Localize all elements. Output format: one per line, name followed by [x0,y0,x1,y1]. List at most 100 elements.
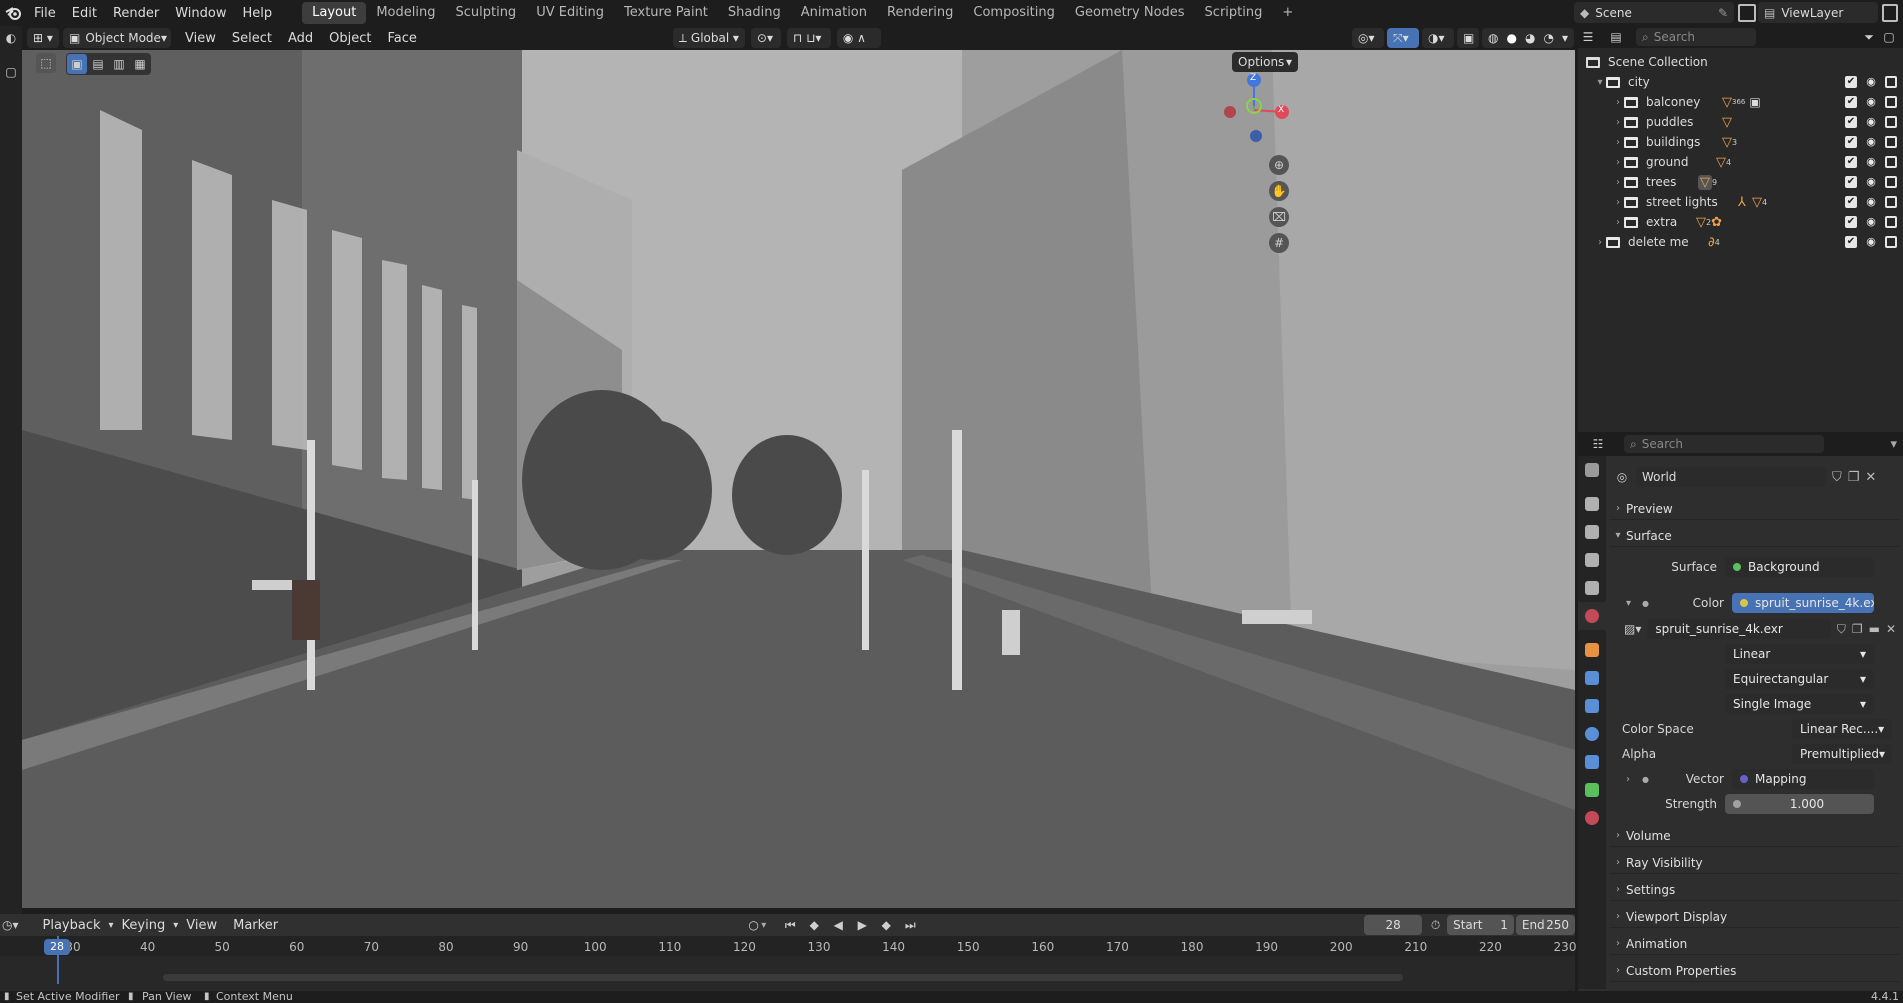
tab-scene-icon[interactable] [1578,574,1606,602]
outliner-row-delete-me[interactable]: › delete me ∂ 4 ✔ ◉ [1578,232,1903,252]
checkbox-icon[interactable]: ✔ [1845,236,1857,248]
chevron-right-icon[interactable]: › [1612,117,1624,128]
mode-dropdown[interactable]: ▣ Object Mode ▾ [63,28,171,48]
tab-modeling[interactable]: Modeling [366,2,445,24]
tab-layout[interactable]: Layout [302,2,367,24]
navigation-gizmo[interactable]: Z X [1212,70,1292,150]
outliner-row-buildings[interactable]: › buildings ▽ 3 ✔ ◉ [1578,132,1903,152]
checkbox-icon[interactable]: ✔ [1845,136,1857,148]
eye-icon[interactable]: ◉ [1864,96,1878,108]
color-space-dropdown[interactable]: Linear Rec.... ▾ [1792,719,1892,739]
eye-icon[interactable]: ◉ [1864,176,1878,188]
outliner-row-ground[interactable]: › ground ▽ 4 ✔ ◉ [1578,152,1903,172]
playhead-frame-badge[interactable]: 28 [44,939,70,955]
menu-edit[interactable]: Edit [64,6,105,21]
section-volume[interactable]: › Volume [1610,825,1900,847]
3d-viewport[interactable]: Z X ⊕ ✋ ⌧ # Options ▾ ⬚ ▣ ▤ ▥ ▦ [22,50,1575,908]
stopwatch-icon[interactable]: ⏱ [1428,915,1443,935]
eye-icon[interactable]: ◉ [1864,116,1878,128]
shading-modes[interactable]: ◍ ● ◕ ◔ ▾ [1482,28,1574,48]
outliner-row-extra[interactable]: › extra ▽ 2 ✿ ✔ ◉ [1578,212,1903,232]
record-icon[interactable]: ○ [746,915,761,935]
camera-icon[interactable] [1885,136,1897,148]
checkbox-icon[interactable]: ✔ [1845,156,1857,168]
add-workspace-icon[interactable]: + [1272,2,1303,24]
play-icon[interactable]: ▶ [852,915,872,935]
tab-tool-icon[interactable] [1578,456,1606,484]
properties-type-icon[interactable]: ☷ [1588,434,1608,454]
strength-field[interactable]: 1.000 [1725,794,1874,814]
editor-type-icon[interactable]: ◐ [1,28,21,48]
fake-user-icon[interactable]: ⛉ [1832,470,1842,485]
menu-window[interactable]: Window [167,6,234,21]
close-icon[interactable]: ✕ [1886,622,1896,636]
menu-object[interactable]: Object [321,31,379,46]
checkbox-icon[interactable]: ✔ [1845,176,1857,188]
tab-scripting[interactable]: Scripting [1195,2,1273,24]
tool-icon[interactable]: ▢ [1,62,21,82]
tab-constraints-icon[interactable] [1578,748,1606,776]
section-custom-properties[interactable]: › Custom Properties [1610,960,1900,982]
chevron-down-icon[interactable]: ▾ [1594,77,1606,88]
outliner-search[interactable]: ⌕ Search [1636,28,1756,46]
chevron-right-icon[interactable]: › [1612,197,1624,208]
editor-type-dropdown[interactable]: ⊞ ▾ [27,28,59,48]
chevron-right-icon[interactable]: › [1594,237,1606,248]
menu-render[interactable]: Render [105,6,167,21]
eye-icon[interactable]: ◉ [1864,136,1878,148]
viewlayer-selector[interactable]: ▤ ViewLayer [1758,2,1878,23]
next-keyframe-icon[interactable]: ◆ [876,915,896,935]
tab-particles-icon[interactable] [1578,692,1606,720]
tab-uv-editing[interactable]: UV Editing [526,2,614,24]
interpolation-dropdown[interactable]: Linear ▾ [1725,644,1874,664]
chevron-right-icon[interactable]: › [1626,774,1642,785]
menu-keying[interactable]: Keying [114,918,174,933]
menu-view[interactable]: View [177,31,224,46]
tab-material-icon[interactable] [1578,804,1606,832]
new-scene-icon[interactable] [1738,4,1756,22]
timeline-scrollbar[interactable] [163,974,1403,981]
menu-help[interactable]: Help [235,6,281,21]
close-icon[interactable]: ✕ [1865,470,1876,485]
options-dropdown[interactable]: Options ▾ [1232,52,1298,72]
checkbox-icon[interactable]: ✔ [1845,196,1857,208]
checkbox-icon[interactable]: ✔ [1845,76,1857,88]
camera-icon[interactable] [1885,216,1897,228]
camera-view-icon[interactable]: ⌧ [1269,207,1289,227]
camera-icon[interactable] [1885,116,1897,128]
menu-add[interactable]: Add [280,31,321,46]
alpha-dropdown[interactable]: Premultiplied ▾ [1792,744,1892,764]
tab-world-icon[interactable] [1578,602,1606,630]
section-ray-visibility[interactable]: › Ray Visibility [1610,852,1900,874]
tab-sculpting[interactable]: Sculpting [445,2,526,24]
eye-icon[interactable]: ◉ [1864,196,1878,208]
pan-hand-icon[interactable]: ✋ [1269,181,1289,201]
prev-keyframe-icon[interactable]: ◆ [804,915,824,935]
menu-view[interactable]: View [178,918,225,933]
eye-icon[interactable]: ◉ [1864,236,1878,248]
checkbox-icon[interactable]: ✔ [1845,116,1857,128]
duplicate-icon[interactable]: ❐ [1852,622,1863,636]
eye-icon[interactable]: ◉ [1864,76,1878,88]
vector-field[interactable]: Mapping [1731,769,1874,789]
checkbox-icon[interactable]: ✔ [1845,216,1857,228]
select-subtract-icon[interactable]: ▥ [109,54,129,74]
section-preview[interactable]: › Preview [1610,498,1900,520]
blender-logo-icon[interactable] [0,0,26,26]
camera-icon[interactable] [1885,236,1897,248]
end-frame-field[interactable]: End 250 [1515,915,1575,935]
eye-icon[interactable]: ◉ [1864,216,1878,228]
tab-render-icon[interactable] [1578,490,1606,518]
perspective-grid-icon[interactable]: # [1269,233,1289,253]
tab-geometry-nodes[interactable]: Geometry Nodes [1065,2,1195,24]
transform-orientation-dropdown[interactable]: ⟂ Global ▾ [672,28,745,48]
select-intersect-icon[interactable]: ▦ [130,54,150,74]
menu-marker[interactable]: Marker [225,918,286,933]
duplicate-icon[interactable]: ❐ [1848,470,1860,485]
chevron-right-icon[interactable]: › [1612,137,1624,148]
tab-physics-icon[interactable] [1578,720,1606,748]
new-viewlayer-icon[interactable] [1882,4,1898,22]
play-reverse-icon[interactable]: ◀ [828,915,848,935]
menu-file[interactable]: File [26,6,64,21]
tab-texture-paint[interactable]: Texture Paint [614,2,718,24]
